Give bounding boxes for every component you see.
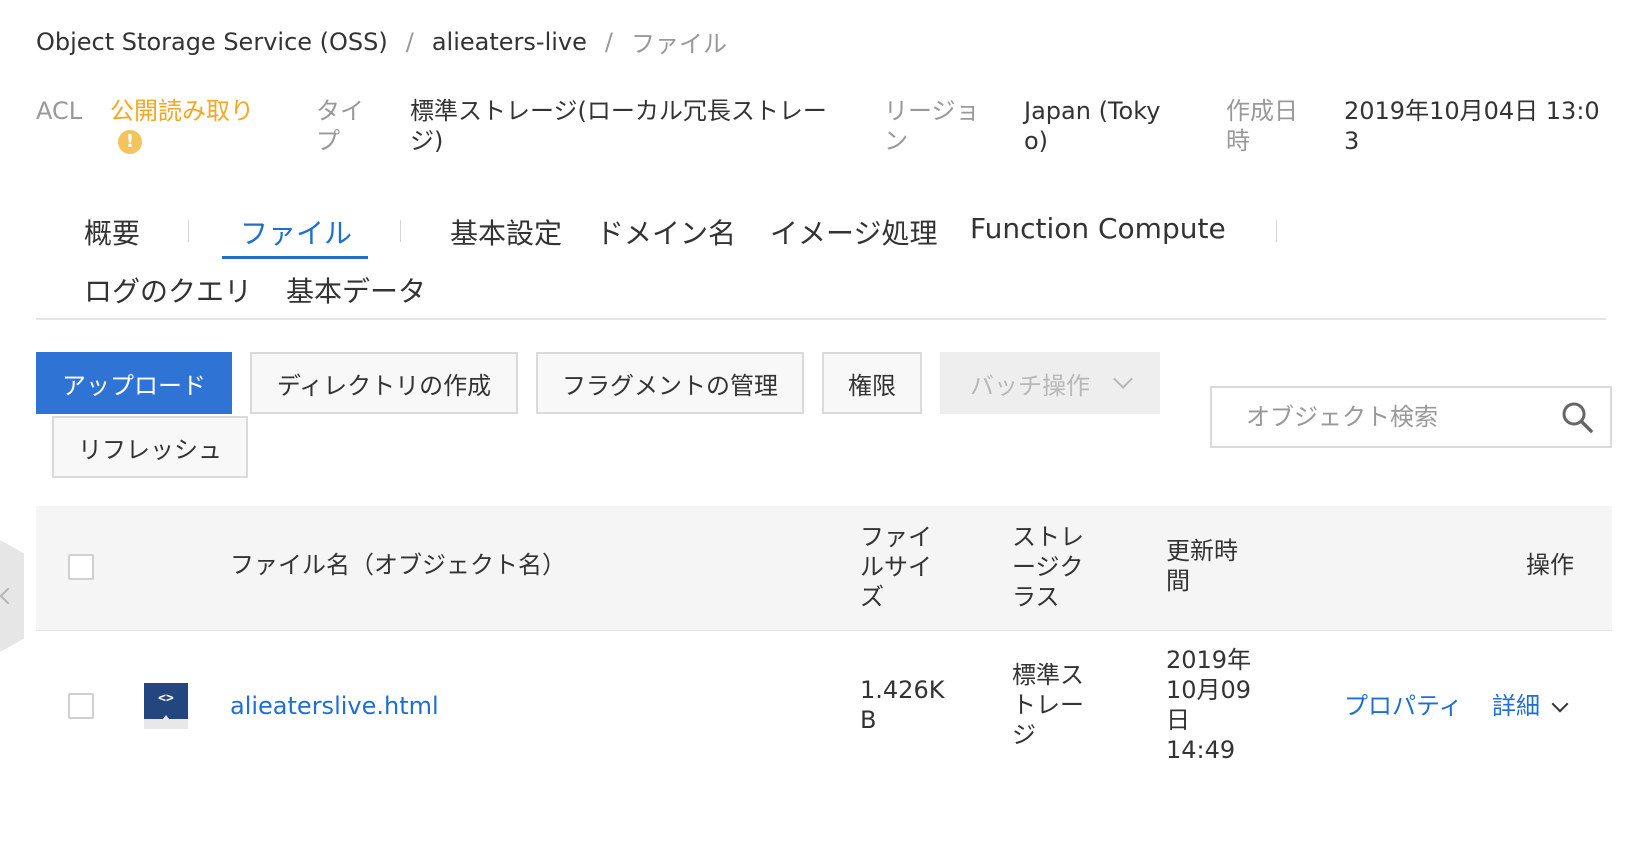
type-label: タイ プ (316, 96, 364, 156)
row-select-checkbox[interactable] (68, 693, 94, 719)
breadcrumb-item-current: ファイル (630, 30, 727, 58)
select-all-checkbox[interactable] (68, 554, 94, 580)
search-icon[interactable] (1560, 400, 1594, 434)
svg-text:<>: <> (158, 691, 174, 706)
active-tab-indicator (222, 256, 368, 259)
object-search-box (1210, 386, 1612, 448)
type-label-line: プ (316, 127, 340, 155)
column-header-line: ファイ (860, 523, 932, 551)
tab-divider (188, 220, 189, 242)
acl-label: ACL (36, 97, 83, 125)
file-size-line: B (860, 706, 877, 734)
file-size-cell: 1.426K B (860, 675, 944, 735)
storage-class-line: トレー (1012, 691, 1084, 719)
column-header-line: ージク (1012, 553, 1084, 581)
region-label: リージョ ン (884, 96, 980, 156)
properties-link[interactable]: プロパティ (1344, 691, 1463, 721)
region-value: Japan (Toky o) (1024, 96, 1160, 156)
breadcrumb-separator: / (604, 27, 613, 56)
type-label-line: タイ (316, 97, 364, 125)
bucket-tabs: 概要 ファイル 基本設定 ドメイン名 イメージ処理 Function Compu… (36, 200, 1606, 320)
object-search-input[interactable] (1212, 388, 1552, 446)
column-header-name[interactable]: ファイル名（オブジェクト名） (230, 550, 566, 580)
column-header-line: ラス (1012, 583, 1060, 611)
html-file-icon: <> (144, 683, 188, 729)
batch-operations-label: バッチ操作 (970, 371, 1090, 400)
updated-time-line: 10月09 (1166, 676, 1252, 704)
file-size-line: 1.426K (860, 676, 945, 704)
tab-image-processing[interactable]: イメージ処理 (770, 212, 937, 252)
storage-class-cell: 標準ス トレー ジ (1012, 660, 1084, 750)
file-table-header: ファイル名（オブジェクト名） ファイ ルサイ ズ ストレ ージク ラス 更新時 … (36, 506, 1612, 631)
created-value: 2019年10月04日 13:0 3 (1344, 96, 1600, 156)
chevron-down-icon (1551, 695, 1569, 713)
region-value-line: o) (1024, 127, 1049, 155)
batch-operations-dropdown: バッチ操作 (940, 352, 1160, 414)
column-header-line: ルサイ (860, 553, 932, 581)
permissions-button[interactable]: 権限 (822, 352, 922, 414)
updated-time-line: 2019年 (1166, 646, 1252, 674)
tab-files[interactable]: ファイル (240, 212, 352, 252)
created-label-line: 時 (1226, 127, 1250, 155)
region-label-line: ン (884, 127, 908, 155)
column-header-line: ズ (860, 583, 884, 611)
breadcrumb-item-oss[interactable]: Object Storage Service (OSS) (36, 28, 388, 56)
tab-divider (400, 220, 401, 242)
storage-class-line: 標準ス (1012, 661, 1084, 689)
created-value-line: 3 (1344, 127, 1360, 155)
storage-class-line: ジ (1012, 721, 1036, 749)
tab-basic-settings[interactable]: 基本設定 (450, 212, 562, 252)
tab-log-query[interactable]: ログのクエリ (84, 270, 252, 310)
table-row: <> alieaterslive.html 1.426K B 標準ス トレー ジ… (36, 631, 1612, 781)
oss-file-page: Object Storage Service (OSS) / alieaters… (0, 0, 1640, 860)
manage-fragments-button[interactable]: フラグメントの管理 (536, 352, 804, 414)
column-header-actions: 操作 (1526, 551, 1574, 579)
tab-overview[interactable]: 概要 (84, 212, 140, 252)
column-header-updated[interactable]: 更新時 間 (1166, 536, 1238, 596)
region-value-line: Japan (Toky (1024, 97, 1161, 125)
details-link-label: 詳細 (1492, 692, 1540, 720)
column-header-line: ストレ (1012, 523, 1084, 551)
tab-domain-names[interactable]: ドメイン名 (596, 212, 736, 252)
updated-time-line: 日 (1166, 706, 1190, 734)
type-value-line: 標準ストレージ(ローカル冗長ストレー (410, 97, 827, 125)
chevron-left-icon (0, 587, 17, 605)
warning-icon[interactable]: ! (118, 130, 142, 154)
tab-basic-data[interactable]: 基本データ (286, 270, 426, 310)
bucket-info-row: ACL 公開読み取り ! タイ プ 標準ストレージ(ローカル冗長ストレー ジ) … (0, 96, 1640, 166)
column-header-storage-class[interactable]: ストレ ージク ラス (1012, 522, 1084, 612)
acl-value: 公開読み取り (110, 97, 254, 125)
column-header-line: 間 (1166, 567, 1190, 595)
column-header-line: 更新時 (1166, 537, 1238, 565)
breadcrumb: Object Storage Service (OSS) / alieaters… (36, 24, 727, 59)
upload-button[interactable]: アップロード (36, 352, 232, 414)
create-directory-button[interactable]: ディレクトリの作成 (250, 352, 518, 414)
created-label: 作成日 時 (1226, 96, 1298, 156)
region-label-line: リージョ (884, 97, 980, 125)
breadcrumb-item-bucket[interactable]: alieaters-live (432, 28, 587, 56)
details-dropdown[interactable]: 詳細 (1492, 691, 1569, 721)
created-value-line: 2019年10月04日 13:0 (1344, 97, 1600, 125)
updated-time-cell: 2019年 10月09 日 14:49 (1166, 645, 1251, 765)
type-value: 標準ストレージ(ローカル冗長ストレー ジ) (410, 96, 827, 156)
updated-time-line: 14:49 (1166, 736, 1236, 764)
tab-function-compute[interactable]: Function Compute (970, 212, 1226, 245)
column-header-size[interactable]: ファイ ルサイ ズ (860, 522, 932, 612)
created-label-line: 作成日 (1226, 97, 1298, 125)
chevron-down-icon (1113, 369, 1133, 389)
breadcrumb-separator: / (405, 27, 414, 56)
file-name-link[interactable]: alieaterslive.html (230, 691, 439, 721)
sidebar-collapse-toggle[interactable] (0, 540, 24, 652)
refresh-button[interactable]: リフレッシュ (52, 416, 248, 478)
type-value-line: ジ) (410, 127, 444, 155)
tab-divider (1276, 220, 1277, 242)
